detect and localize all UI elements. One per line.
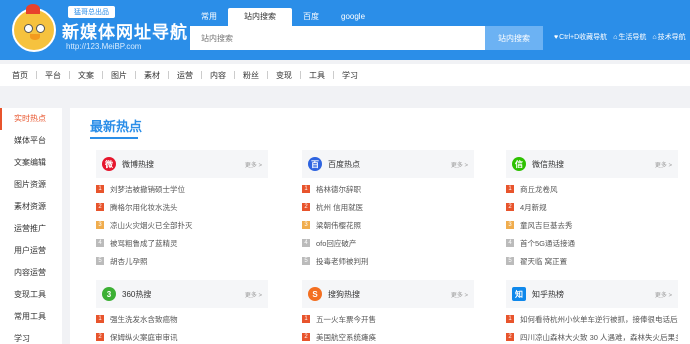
nav-item-copy[interactable]: 文案 (70, 70, 102, 81)
hot-card-sogou: S 搜狗热搜 更多 > 1 五一火车票今开售 2 美国航空系统瘫痪 (302, 280, 474, 344)
hot-item[interactable]: 5 胡杏儿孕照 (96, 252, 268, 270)
nav-item-content[interactable]: 内容 (202, 70, 234, 81)
card-title: 微信热搜 (532, 159, 564, 169)
hot-card-360: 3 360热搜 更多 > 1 强生洗发水含致癌物 2 保姆纵火案庭审审讯 (96, 280, 268, 344)
hot-item[interactable]: 2 四川凉山森林大火致 30 人遇难，森林失火后果多 (506, 328, 678, 344)
home-icon: ⌂ (613, 33, 618, 41)
search-tab-baidu[interactable]: 百度 (292, 8, 330, 26)
card-header: S 搜狗热搜 更多 > (302, 280, 474, 308)
sidebar-item-copywriting[interactable]: 文案编辑 (0, 152, 62, 174)
card-header: 百 百度热点 更多 > (302, 150, 474, 178)
nav-item-learning[interactable]: 学习 (334, 70, 366, 81)
sogou-icon: S (308, 287, 322, 301)
weibo-icon: 微 (102, 157, 116, 171)
hot-item[interactable]: 3 童风吉巨基去秀 (506, 216, 678, 234)
hot-item[interactable]: 2 4月新规 (506, 198, 678, 216)
site-logo[interactable]: 猛哥总出品 新媒体网址导航 http://123.MeiBP.com (8, 4, 187, 56)
hot-item[interactable]: 2 腾格尔用化妆水洗头 (96, 198, 268, 216)
hot-card-baidu: 百 百度热点 更多 > 1 格林德尔辞职 2 杭州 信用就医 3 梁朝伟樱花照 4 of… (302, 150, 474, 270)
hot-item[interactable]: 5 投毒老师被判刑 (302, 252, 474, 270)
search-tab-google[interactable]: google (330, 8, 376, 26)
nav-item-tools[interactable]: 工具 (301, 70, 333, 81)
wechat-icon: 信 (512, 157, 526, 171)
sidebar-item-user-ops[interactable]: 用户运营 (0, 240, 62, 262)
nav-item-materials[interactable]: 素材 (136, 70, 168, 81)
card-title: 搜狗热搜 (328, 289, 360, 299)
hot-item[interactable]: 4 首个5G通话接通 (506, 234, 678, 252)
header-links: ♥ Ctrl+D收藏导航 ⌂ 生活导航 ⌂ 技术导航 (554, 32, 686, 42)
hot-item[interactable]: 1 刘梦洁被撤销硕士学位 (96, 180, 268, 198)
more-link[interactable]: 更多 > (451, 290, 468, 299)
search-tabs: 常用 站内搜索 百度 google (190, 8, 376, 26)
card-title: 百度热点 (328, 159, 360, 169)
more-link[interactable]: 更多 > (245, 160, 262, 169)
sidebar-item-images[interactable]: 图片资源 (0, 174, 62, 196)
life-nav-link[interactable]: ⌂ 生活导航 (613, 32, 646, 42)
section-title: 最新热点 (90, 119, 143, 134)
hot-item[interactable]: 5 翟天临 窝正置 (506, 252, 678, 270)
more-link[interactable]: 更多 > (245, 290, 262, 299)
category-nav: 首页 平台 文案 图片 素材 运营 内容 粉丝 变现 工具 学习 (0, 64, 690, 86)
hot-item[interactable]: 4 被骂粗鲁成了蓝精灵 (96, 234, 268, 252)
baidu-icon: 百 (308, 157, 322, 171)
logo-slogan: 猛哥总出品 (68, 6, 115, 18)
card-header: 信 微信热搜 更多 > (506, 150, 678, 178)
card-title: 知乎热榜 (532, 289, 564, 299)
more-link[interactable]: 更多 > (655, 160, 672, 169)
card-title: 微博热搜 (122, 159, 154, 169)
hot-item[interactable]: 1 五一火车票今开售 (302, 310, 474, 328)
hot-item[interactable]: 3 凉山火灾烟火已全部扑灭 (96, 216, 268, 234)
card-header: 微 微博热搜 更多 > (96, 150, 268, 178)
home-icon: ⌂ (652, 33, 657, 41)
main-panel: 最新热点 微 微博热搜 更多 > 1 刘梦洁被撤销硕士学位 2 腾格尔用化妆水洗头 … (70, 108, 690, 344)
hot-card-weibo: 微 微博热搜 更多 > 1 刘梦洁被撤销硕士学位 2 腾格尔用化妆水洗头 3 凉山火灾… (96, 150, 268, 270)
logo-name: 新媒体网址导航 (62, 23, 188, 42)
title-underline (90, 137, 138, 139)
mascot-icon (12, 4, 56, 52)
nav-item-operations[interactable]: 运营 (169, 70, 201, 81)
hot-item[interactable]: 2 美国航空系统瘫痪 (302, 328, 474, 344)
hot-card-wechat: 信 微信热搜 更多 > 1 商丘龙卷风 2 4月新规 3 童风吉巨基去秀 4 首个5G通… (506, 150, 678, 270)
hot-item[interactable]: 1 商丘龙卷风 (506, 180, 678, 198)
more-link[interactable]: 更多 > (655, 290, 672, 299)
search-tab-site[interactable]: 站内搜索 (228, 8, 292, 26)
hot-item[interactable]: 4 ofo回应破产 (302, 234, 474, 252)
tech-nav-link[interactable]: ⌂ 技术导航 (652, 32, 685, 42)
sidebar-item-promotion[interactable]: 运营推广 (0, 218, 62, 240)
card-title: 360热搜 (122, 289, 152, 299)
hot-item[interactable]: 1 如何看待杭州小伙单车逆行被抓，接俸很电话后崩溃 (506, 310, 678, 328)
hot-card-zhihu: 知 知乎热榜 更多 > 1 如何看待杭州小伙单车逆行被抓，接俸很电话后崩溃 2 四川… (506, 280, 678, 344)
nav-item-home[interactable]: 首页 (4, 70, 36, 81)
sidebar-item-content-ops[interactable]: 内容运营 (0, 262, 62, 284)
search-input[interactable] (190, 26, 485, 50)
sidebar-item-hot[interactable]: 实时热点 (0, 108, 62, 130)
sidebar-item-monetize[interactable]: 变现工具 (0, 284, 62, 306)
header: 猛哥总出品 新媒体网址导航 http://123.MeiBP.com 常用 站内… (0, 0, 690, 60)
sidebar-item-learning[interactable]: 学习 (0, 328, 62, 344)
sidebar-item-tools[interactable]: 常用工具 (0, 306, 62, 328)
heart-icon: ♥ (554, 33, 559, 41)
hot-item[interactable]: 2 保姆纵火案庭审审讯 (96, 328, 268, 344)
nav-item-monetize[interactable]: 变现 (268, 70, 300, 81)
zhihu-icon: 知 (512, 287, 526, 301)
sidebar: 实时热点 媒体平台 文案编辑 图片资源 素材资源 运营推广 用户运营 内容运营 … (0, 108, 62, 344)
nav-item-images[interactable]: 图片 (103, 70, 135, 81)
hot-item[interactable]: 3 梁朝伟樱花照 (302, 216, 474, 234)
nav-item-platform[interactable]: 平台 (37, 70, 69, 81)
sidebar-item-media[interactable]: 媒体平台 (0, 130, 62, 152)
logo-url: http://123.MeiBP.com (66, 42, 142, 51)
hot-item[interactable]: 1 强生洗发水含致癌物 (96, 310, 268, 328)
360-icon: 3 (102, 287, 116, 301)
card-header: 知 知乎热榜 更多 > (506, 280, 678, 308)
more-link[interactable]: 更多 > (451, 160, 468, 169)
card-header: 3 360热搜 更多 > (96, 280, 268, 308)
nav-item-fans[interactable]: 粉丝 (235, 70, 267, 81)
bookmark-link[interactable]: ♥ Ctrl+D收藏导航 (554, 32, 607, 42)
search-button[interactable]: 站内搜索 (485, 26, 543, 50)
hot-item[interactable]: 1 格林德尔辞职 (302, 180, 474, 198)
sidebar-item-materials[interactable]: 素材资源 (0, 196, 62, 218)
hot-item[interactable]: 2 杭州 信用就医 (302, 198, 474, 216)
search-tab-common[interactable]: 常用 (190, 8, 228, 26)
